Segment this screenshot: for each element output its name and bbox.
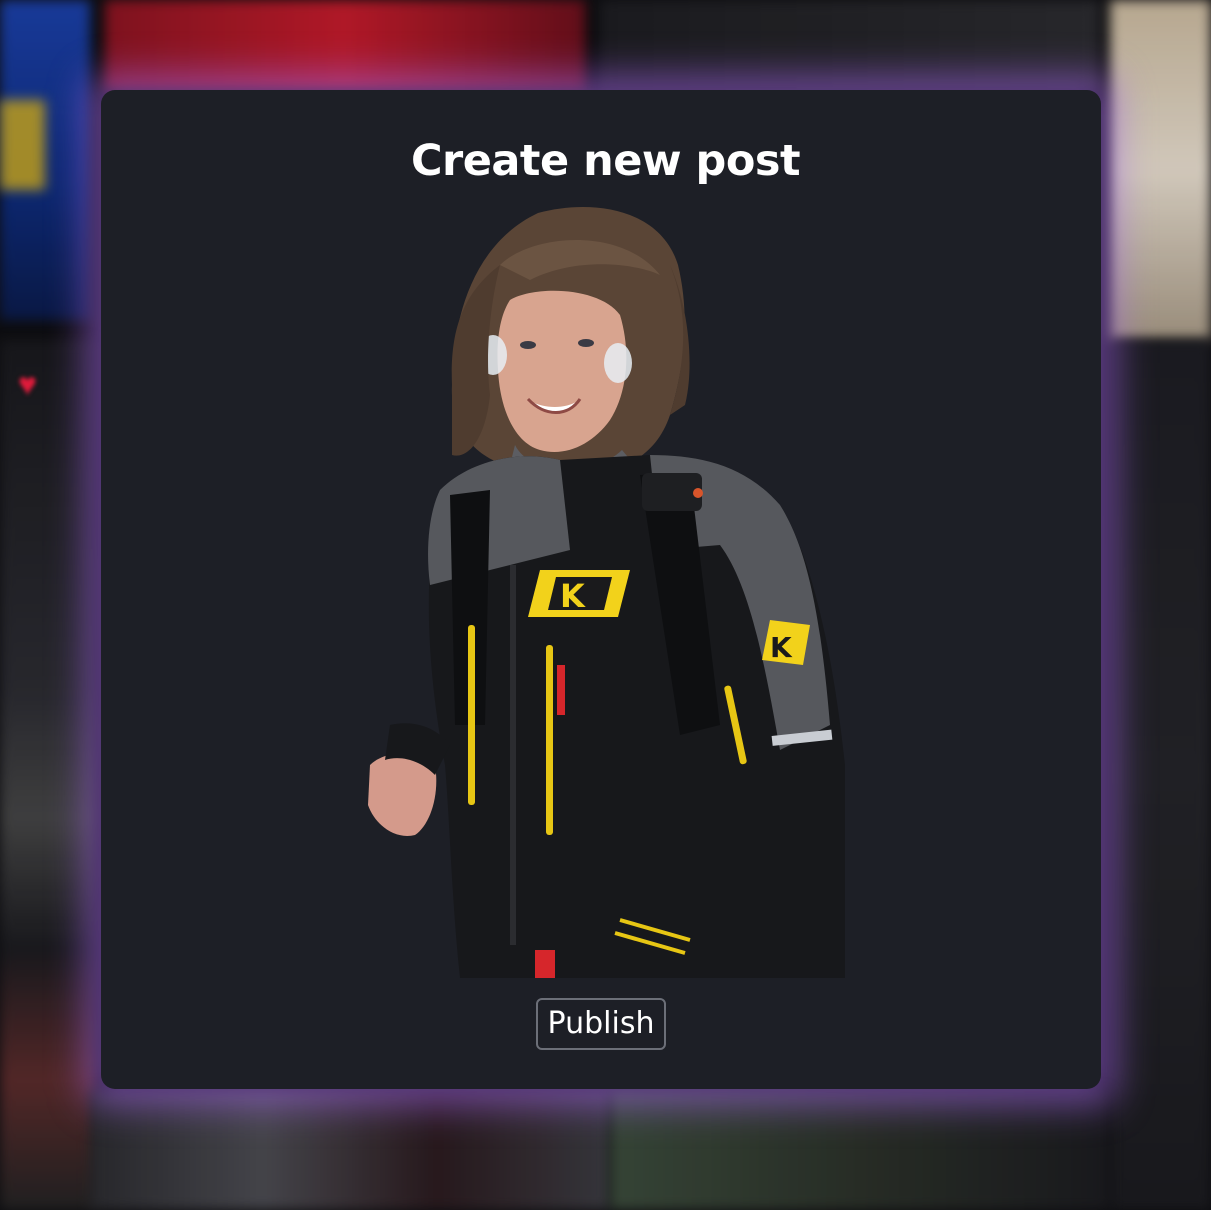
heart-icon: ♥ bbox=[18, 366, 37, 402]
uploaded-photo: K K bbox=[368, 207, 845, 978]
svg-text:K: K bbox=[560, 577, 586, 615]
background-tile bbox=[90, 1090, 610, 1210]
publish-button[interactable]: Publish bbox=[536, 998, 666, 1050]
modal-title: Create new post bbox=[410, 136, 801, 186]
background-tile bbox=[0, 340, 95, 1210]
svg-text:K: K bbox=[770, 631, 793, 664]
background-tile bbox=[1110, 340, 1211, 1210]
background-tile bbox=[610, 1090, 1110, 1210]
